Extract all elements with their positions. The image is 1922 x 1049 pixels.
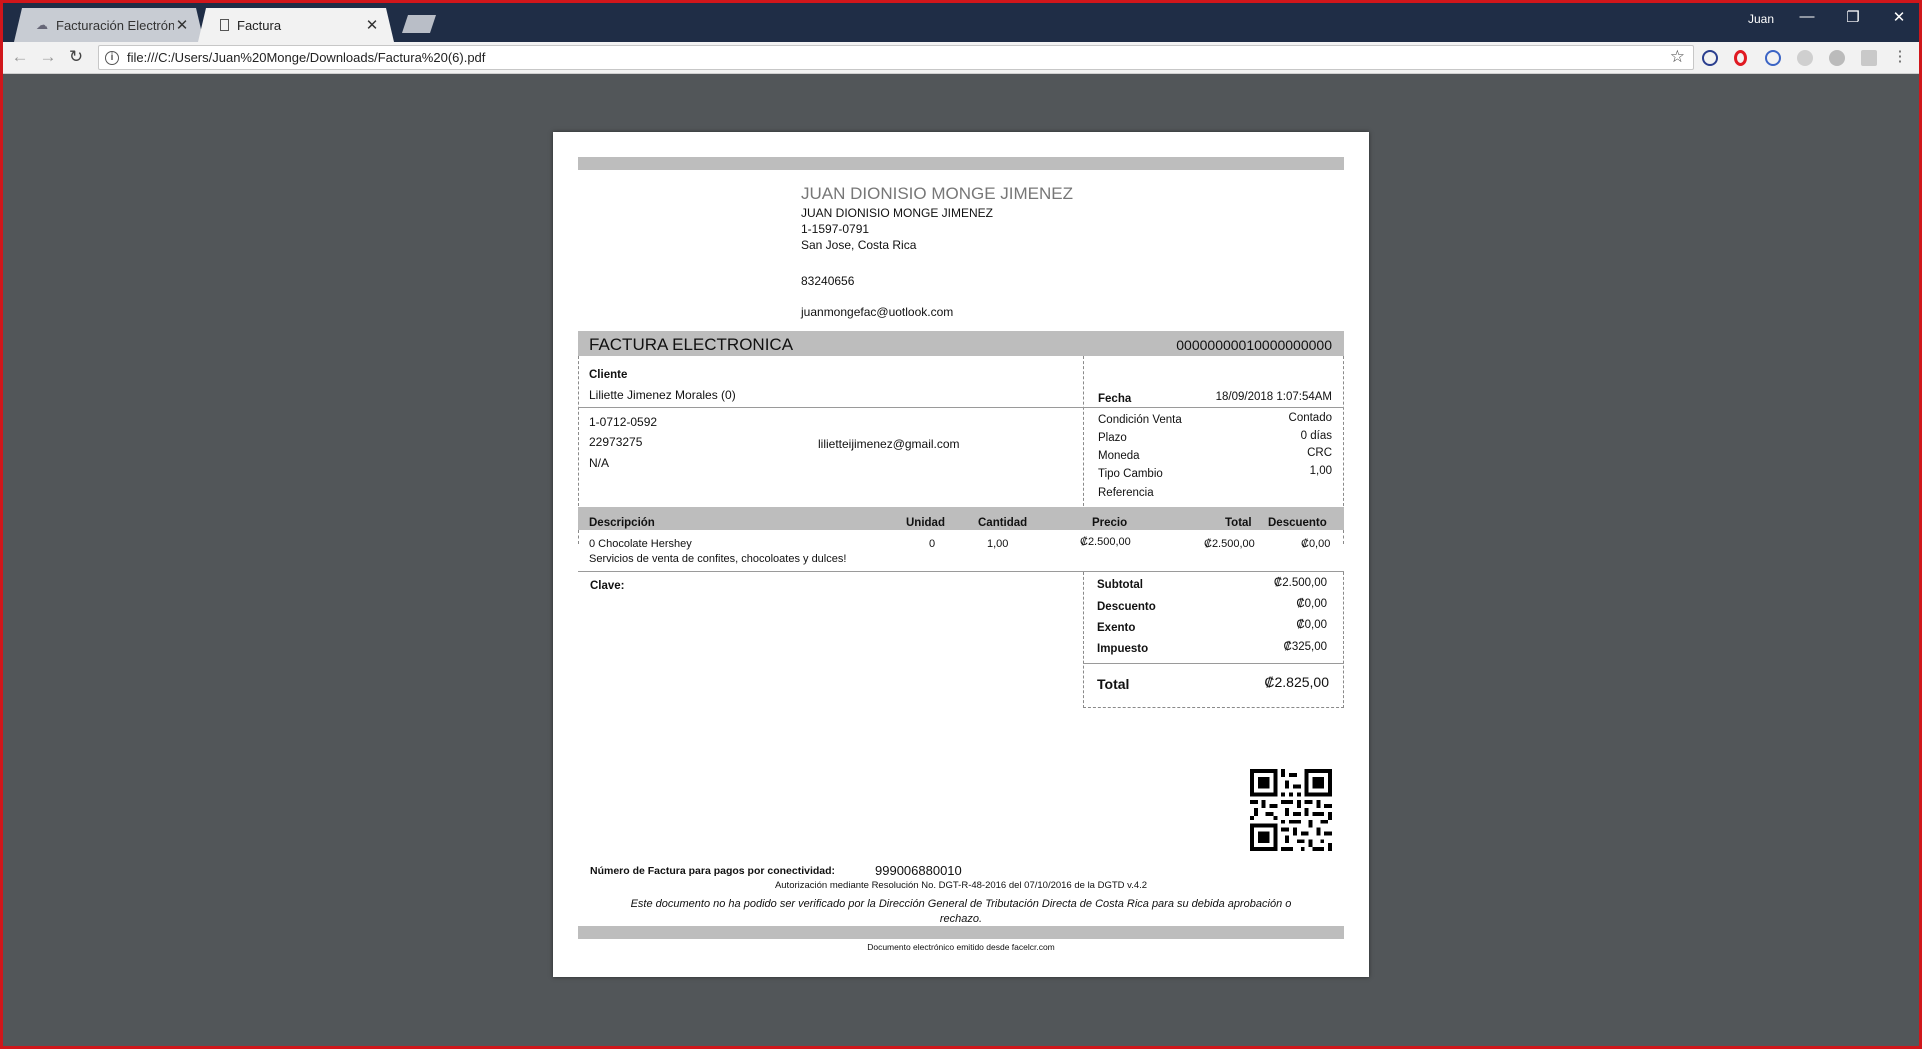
total-row-label: Descuento bbox=[1097, 601, 1156, 613]
item-descripcion: 0 Chocolate Hershey bbox=[589, 538, 692, 550]
conectividad-label: Número de Factura para pagos por conecti… bbox=[590, 865, 836, 877]
total-row-value: ₡0,00 bbox=[1296, 598, 1327, 610]
url-text[interactable]: file:///C:/Users/Juan%20Monge/Downloads/… bbox=[127, 50, 485, 65]
menu-icon[interactable]: ⋮ bbox=[1890, 47, 1910, 65]
gray-extension-icon[interactable] bbox=[1797, 50, 1813, 66]
total-row-label: Subtotal bbox=[1097, 579, 1143, 591]
col-precio: Precio bbox=[1092, 517, 1128, 529]
fecha-separator bbox=[1083, 407, 1344, 408]
bookmark-star-icon[interactable]: ☆ bbox=[1670, 47, 1685, 67]
tab-title: Factura bbox=[237, 17, 282, 33]
company-id: 1-1597-0791 bbox=[801, 222, 870, 236]
company-name: JUAN DIONISIO MONGE JIMENEZ bbox=[801, 206, 994, 220]
close-tab-icon[interactable]: ✕ bbox=[364, 16, 380, 34]
company-location: San Jose, Costa Rica bbox=[801, 238, 917, 252]
client-email: lilietteijimenez@gmail.com bbox=[818, 437, 960, 451]
fecha-label: Fecha bbox=[1098, 393, 1132, 405]
block-extension-icon[interactable] bbox=[1702, 50, 1718, 66]
profile-name[interactable]: Juan bbox=[1748, 12, 1774, 26]
tab-factura[interactable]: Factura ✕ bbox=[198, 8, 394, 42]
footer-text: Documento electrónico emitido desde face… bbox=[867, 942, 1055, 952]
browser-toolbar: ← → ↻ i file:///C:/Users/Juan%20Monge/Do… bbox=[0, 42, 1922, 74]
info-icon[interactable]: i bbox=[105, 50, 119, 65]
doc-type: FACTURA ELECTRONICA bbox=[589, 335, 794, 354]
condition-value: CRC bbox=[1307, 447, 1332, 459]
document-icon bbox=[220, 19, 229, 31]
client-id: 1-0712-0592 bbox=[589, 415, 658, 429]
minimize-button[interactable]: — bbox=[1792, 8, 1822, 25]
client-label: Cliente bbox=[589, 369, 628, 381]
address-bar[interactable]: i file:///C:/Users/Juan%20Monge/Download… bbox=[98, 45, 1694, 70]
footer-bar bbox=[578, 926, 1344, 939]
condition-value: 0 días bbox=[1300, 430, 1332, 442]
cloud-icon: ☁ bbox=[36, 18, 48, 32]
condition-value: 1,00 bbox=[1309, 465, 1332, 477]
total-row-value: ₡0,00 bbox=[1296, 619, 1327, 631]
restore-button[interactable]: ❐ bbox=[1838, 8, 1868, 26]
items-right-border bbox=[1343, 530, 1344, 544]
col-descripcion: Descripción bbox=[589, 517, 655, 529]
company-title: JUAN DIONISIO MONGE JIMENEZ bbox=[801, 184, 1074, 203]
opera-extension-icon[interactable] bbox=[1734, 50, 1747, 66]
authorization-text: Autorización mediante Resolución No. DGT… bbox=[774, 880, 1148, 891]
item-descuento: ₡0,00 bbox=[1301, 538, 1331, 550]
ui-extension-icon[interactable] bbox=[1861, 50, 1877, 66]
condition-value: Contado bbox=[1288, 412, 1332, 424]
total-row-label: Impuesto bbox=[1097, 643, 1149, 655]
condition-label: Plazo bbox=[1098, 432, 1127, 444]
back-icon[interactable]: ← bbox=[10, 47, 30, 67]
item-precio: ₡2.500,00 bbox=[1080, 536, 1131, 548]
box-divider bbox=[1083, 356, 1084, 506]
total-row-value: ₡2.500,00 bbox=[1273, 577, 1327, 589]
col-total: Total bbox=[1225, 517, 1252, 529]
new-tab-button[interactable] bbox=[402, 15, 436, 33]
company-phone: 83240656 bbox=[801, 274, 855, 288]
pdf-page: JUAN DIONISIO MONGE JIMENEZ JUAN DIONISI… bbox=[553, 132, 1369, 977]
forward-icon[interactable]: → bbox=[38, 47, 58, 67]
client-name: Liliette Jimenez Morales (0) bbox=[589, 388, 736, 402]
client-separator bbox=[578, 407, 1083, 408]
client-address: N/A bbox=[589, 456, 610, 470]
qr-code bbox=[1250, 769, 1332, 851]
title-bar: ☁ Facturación Electrónica - ✕ Factura ✕ … bbox=[0, 0, 1922, 42]
col-unidad: Unidad bbox=[906, 517, 945, 529]
item-total: ₡2.500,00 bbox=[1204, 538, 1255, 550]
total-row-label: Exento bbox=[1097, 622, 1136, 634]
disclaimer-line-1: Este documento no ha podido ser verifica… bbox=[630, 898, 1292, 910]
download-extension-icon[interactable] bbox=[1829, 50, 1845, 66]
item-cantidad: 1,00 bbox=[987, 538, 1009, 550]
conectividad-value: 999006880010 bbox=[875, 863, 962, 878]
grand-total-label: Total bbox=[1097, 676, 1130, 692]
item-detalle: Servicios de venta de confites, chocoloa… bbox=[589, 553, 847, 565]
tab-facturacion[interactable]: ☁ Facturación Electrónica - ✕ bbox=[14, 8, 204, 42]
total-row-value: ₡325,00 bbox=[1283, 641, 1327, 653]
doc-number: 00000000010000000000 bbox=[1176, 337, 1332, 353]
items-left-border bbox=[578, 530, 579, 544]
disclaimer-line-2: rechazo. bbox=[939, 913, 983, 925]
col-descuento: Descuento bbox=[1268, 517, 1327, 529]
grand-total-value: ₡2.825,00 bbox=[1264, 674, 1329, 690]
header-bar bbox=[578, 157, 1344, 170]
reload-icon[interactable]: ↻ bbox=[66, 47, 86, 67]
condition-label: Condición Venta bbox=[1098, 414, 1182, 426]
clave-label: Clave: bbox=[590, 580, 625, 592]
close-window-button[interactable]: ✕ bbox=[1884, 8, 1914, 26]
col-cantidad: Cantidad bbox=[978, 517, 1028, 529]
spiral-extension-icon[interactable] bbox=[1765, 50, 1781, 66]
condition-label: Moneda bbox=[1098, 450, 1140, 462]
client-phone: 22973275 bbox=[589, 435, 643, 449]
condition-label: Referencia bbox=[1098, 487, 1154, 499]
item-unidad: 0 bbox=[929, 538, 936, 550]
company-email: juanmongefac@uotlook.com bbox=[801, 305, 954, 319]
box-right-border bbox=[1343, 356, 1344, 506]
fecha-value: 18/09/2018 1:07:54AM bbox=[1215, 391, 1332, 403]
condition-label: Tipo Cambio bbox=[1098, 468, 1163, 480]
close-tab-icon[interactable]: ✕ bbox=[174, 16, 190, 34]
totals-separator bbox=[1083, 663, 1344, 664]
tab-title: Facturación Electrónica - bbox=[56, 17, 174, 33]
box-left-border bbox=[578, 356, 579, 506]
